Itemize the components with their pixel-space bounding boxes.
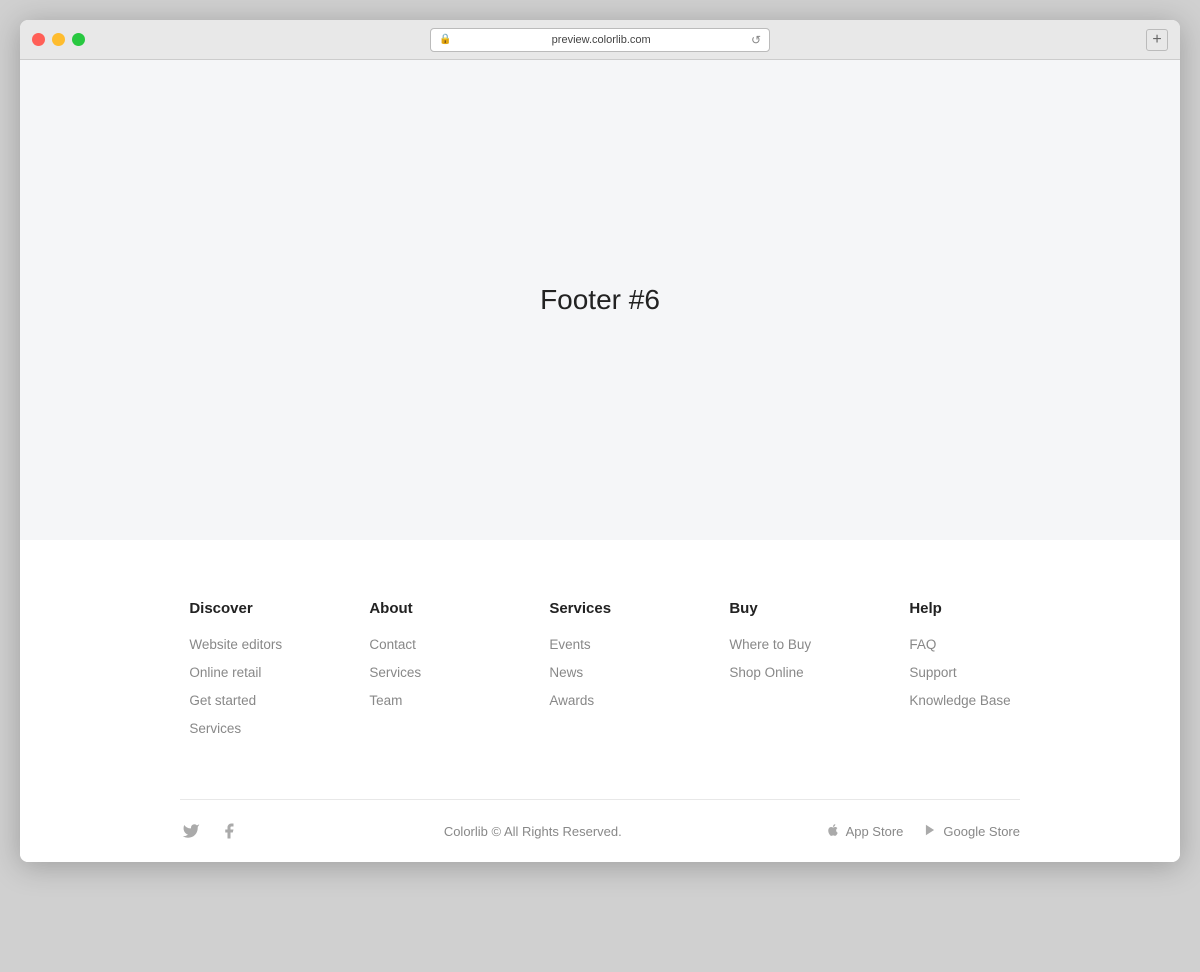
twitter-icon[interactable] [180, 820, 202, 842]
footer: Discover Website editors Online retail Get … [20, 540, 1180, 862]
refresh-button[interactable]: ↺ [751, 33, 761, 47]
footer-link-support[interactable]: Support [909, 665, 1010, 680]
social-icons [180, 820, 240, 842]
footer-col-help: Help FAQ Support Knowledge Base [909, 600, 1010, 749]
close-button[interactable] [32, 33, 45, 46]
footer-col-heading-discover: Discover [189, 600, 289, 617]
page-content: Footer #6 [20, 60, 1180, 540]
traffic-lights [32, 33, 85, 46]
footer-col-heading-help: Help [909, 600, 1010, 617]
footer-link-events[interactable]: Events [549, 637, 649, 652]
google-store-label: Google Store [943, 824, 1020, 839]
copyright-text: Colorlib © All Rights Reserved. [444, 824, 622, 839]
footer-col-heading-services: Services [549, 600, 649, 617]
facebook-icon[interactable] [218, 820, 240, 842]
footer-col-heading-buy: Buy [729, 600, 829, 617]
apple-icon [826, 823, 840, 840]
footer-link-services[interactable]: Services [369, 665, 469, 680]
footer-link-team[interactable]: Team [369, 693, 469, 708]
footer-link-services[interactable]: Services [189, 721, 289, 736]
footer-link-online-retail[interactable]: Online retail [189, 665, 289, 680]
browser-window: 🔒 preview.colorlib.com ↺ + Footer #6 Dis… [20, 20, 1180, 862]
google-store-link[interactable]: Google Store [923, 823, 1020, 840]
lock-icon: 🔒 [439, 34, 451, 45]
footer-link-website-editors[interactable]: Website editors [189, 637, 289, 652]
footer-col-heading-about: About [369, 600, 469, 617]
new-tab-button[interactable]: + [1146, 29, 1168, 51]
app-store-label: App Store [846, 824, 904, 839]
address-bar[interactable]: 🔒 preview.colorlib.com ↺ [430, 28, 770, 52]
footer-col-services: Services Events News Awards [549, 600, 649, 749]
app-store-link[interactable]: App Store [826, 823, 904, 840]
play-icon [923, 823, 937, 840]
page-title: Footer #6 [540, 284, 660, 316]
url-text: preview.colorlib.com [456, 34, 745, 46]
footer-link-news[interactable]: News [549, 665, 649, 680]
footer-col-about: About Contact Services Team [369, 600, 469, 749]
footer-bottom: Colorlib © All Rights Reserved. App Stor… [20, 800, 1180, 862]
footer-col-discover: Discover Website editors Online retail Get … [189, 600, 289, 749]
maximize-button[interactable] [72, 33, 85, 46]
footer-link-where-to-buy[interactable]: Where to Buy [729, 637, 829, 652]
footer-link-contact[interactable]: Contact [369, 637, 469, 652]
store-links: App Store Google Store [826, 823, 1020, 840]
footer-col-buy: Buy Where to Buy Shop Online [729, 600, 829, 749]
footer-link-awards[interactable]: Awards [549, 693, 649, 708]
footer-link-faq[interactable]: FAQ [909, 637, 1010, 652]
minimize-button[interactable] [52, 33, 65, 46]
footer-nav: Discover Website editors Online retail Get … [20, 600, 1180, 799]
footer-link-knowledge-base[interactable]: Knowledge Base [909, 693, 1010, 708]
footer-link-shop-online[interactable]: Shop Online [729, 665, 829, 680]
title-bar: 🔒 preview.colorlib.com ↺ + [20, 20, 1180, 60]
footer-link-get-started[interactable]: Get started [189, 693, 289, 708]
